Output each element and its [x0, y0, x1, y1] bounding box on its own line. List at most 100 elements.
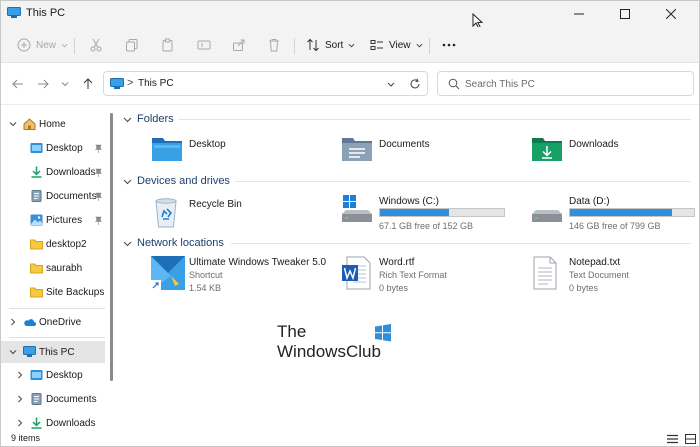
word-document-icon — [342, 256, 371, 290]
documents-folder-icon — [342, 138, 372, 161]
close-button[interactable] — [648, 1, 694, 27]
sidebar-item-this-pc-documents[interactable]: Documents — [1, 388, 105, 410]
chevron-right-icon[interactable] — [16, 419, 24, 427]
tile-name: Documents — [379, 139, 430, 150]
title-bar: This PC — [1, 1, 699, 29]
documents-icon — [31, 190, 42, 202]
breadcrumb-separator: > — [127, 77, 134, 89]
sidebar-divider — [9, 337, 105, 338]
sidebar-item-site-backups[interactable]: Site Backups — [1, 281, 105, 303]
sidebar-item-this-pc[interactable]: This PC — [1, 341, 105, 363]
sidebar-item-label: Home — [39, 118, 66, 130]
drive-usage-fill — [570, 209, 672, 216]
chevron-right-icon[interactable] — [9, 318, 17, 326]
copy-button[interactable] — [125, 35, 139, 55]
toolbar-divider — [74, 38, 75, 54]
toolbar-divider — [294, 38, 295, 54]
maximize-button[interactable] — [602, 1, 648, 27]
chevron-right-icon[interactable] — [16, 395, 24, 403]
sidebar-item-label: Desktop — [46, 142, 83, 154]
share-button[interactable] — [232, 35, 246, 55]
more-options-icon — [442, 43, 456, 47]
network-tile-word-rtf[interactable]: Word.rtf Rich Text Format 0 bytes — [341, 256, 521, 302]
group-header-devices-and-drives[interactable]: Devices and drives — [123, 173, 230, 189]
folder-tile-documents[interactable]: Documents — [341, 135, 521, 181]
group-title: Network locations — [137, 237, 224, 249]
sidebar-item-label: Documents — [46, 190, 97, 202]
chevron-down-icon[interactable] — [9, 120, 17, 128]
this-pc-icon — [7, 7, 21, 18]
sidebar-item-documents[interactable]: Documents — [1, 185, 105, 207]
view-button[interactable]: View — [370, 35, 423, 55]
details-view-icon[interactable] — [667, 434, 678, 444]
plus-circle-icon — [17, 38, 31, 52]
chevron-right-icon[interactable] — [16, 371, 24, 379]
sidebar-item-this-pc-downloads[interactable]: Downloads — [1, 412, 105, 430]
address-bar[interactable]: > This PC — [103, 71, 428, 96]
sidebar-item-label: saurabh — [46, 262, 83, 274]
tile-name: Data (D:) — [569, 196, 610, 207]
paste-button[interactable] — [161, 35, 175, 55]
recent-locations-button[interactable] — [60, 77, 70, 91]
delete-button[interactable] — [267, 35, 281, 55]
toolbar-divider — [429, 38, 430, 54]
watermark-line-2: WindowsClub — [277, 342, 381, 361]
group-title: Devices and drives — [137, 175, 230, 187]
sidebar-item-saurabh[interactable]: saurabh — [1, 257, 105, 279]
sidebar-item-label: Documents — [46, 393, 97, 405]
drive-tile-data-d[interactable]: Data (D:) 146 GB free of 799 GB — [531, 195, 695, 241]
sidebar-item-this-pc-desktop[interactable]: Desktop — [1, 364, 105, 386]
command-bar: New Sort View — [1, 27, 699, 63]
sidebar-item-home[interactable]: Home — [1, 113, 105, 135]
folder-icon — [30, 287, 43, 298]
tile-size: 0 bytes — [379, 283, 409, 293]
sidebar-scrollbar[interactable] — [110, 113, 113, 381]
downloads-icon — [31, 417, 42, 429]
network-tile-ultimate-windows-tweaker[interactable]: Ultimate Windows Tweaker 5.0 Shortcut 1.… — [151, 256, 333, 302]
up-button[interactable] — [81, 77, 95, 91]
tiles-view-icon[interactable] — [685, 434, 696, 444]
item-count: 9 items — [11, 433, 41, 443]
sort-button[interactable]: Sort — [306, 35, 355, 55]
chevron-down-icon — [123, 179, 132, 184]
folder-icon — [30, 239, 43, 250]
search-box[interactable] — [437, 71, 694, 96]
sidebar-item-pictures[interactable]: Pictures — [1, 209, 105, 231]
sidebar-item-downloads[interactable]: Downloads — [1, 161, 105, 183]
desktop-folder-icon — [30, 143, 43, 153]
windows-drive-icon — [342, 195, 372, 222]
forward-button[interactable] — [36, 77, 50, 91]
window-title: This PC — [26, 7, 66, 19]
pin-icon — [95, 144, 102, 153]
chevron-down-icon[interactable] — [387, 81, 395, 88]
group-title: Folders — [137, 113, 174, 125]
sidebar-item-label: Downloads — [46, 166, 96, 178]
chevron-down-icon — [123, 241, 132, 246]
drive-usage-fill — [380, 209, 450, 216]
network-tile-notepad-txt[interactable]: Notepad.txt Text Document 0 bytes — [531, 256, 691, 302]
drive-tile-windows-c[interactable]: Windows (C:) 67.1 GB free of 152 GB — [341, 195, 521, 241]
minimize-button[interactable] — [556, 1, 602, 27]
status-bar: 9 items — [1, 430, 699, 446]
downloads-folder-icon — [532, 138, 562, 161]
sidebar-item-desktop[interactable]: Desktop — [1, 137, 105, 159]
breadcrumb-this-pc[interactable]: This PC — [138, 78, 174, 89]
pin-icon — [95, 216, 102, 225]
sidebar-item-onedrive[interactable]: OneDrive — [1, 311, 105, 333]
search-icon — [448, 78, 460, 90]
copy-icon — [126, 39, 138, 52]
back-button[interactable] — [11, 77, 25, 91]
folder-tile-downloads[interactable]: Downloads — [531, 135, 691, 181]
sidebar-item-desktop2[interactable]: desktop2 — [1, 233, 105, 255]
group-header-folders[interactable]: Folders — [123, 111, 174, 127]
cut-icon — [90, 38, 102, 52]
group-header-network-locations[interactable]: Network locations — [123, 235, 224, 251]
more-options-button[interactable] — [442, 35, 456, 55]
refresh-icon[interactable] — [409, 78, 421, 90]
search-input[interactable] — [465, 75, 685, 93]
cut-button[interactable] — [89, 35, 103, 55]
rename-button[interactable] — [197, 35, 211, 55]
chevron-down-icon[interactable] — [9, 348, 17, 356]
new-button-label: New — [36, 39, 57, 51]
new-button[interactable]: New — [17, 35, 68, 55]
